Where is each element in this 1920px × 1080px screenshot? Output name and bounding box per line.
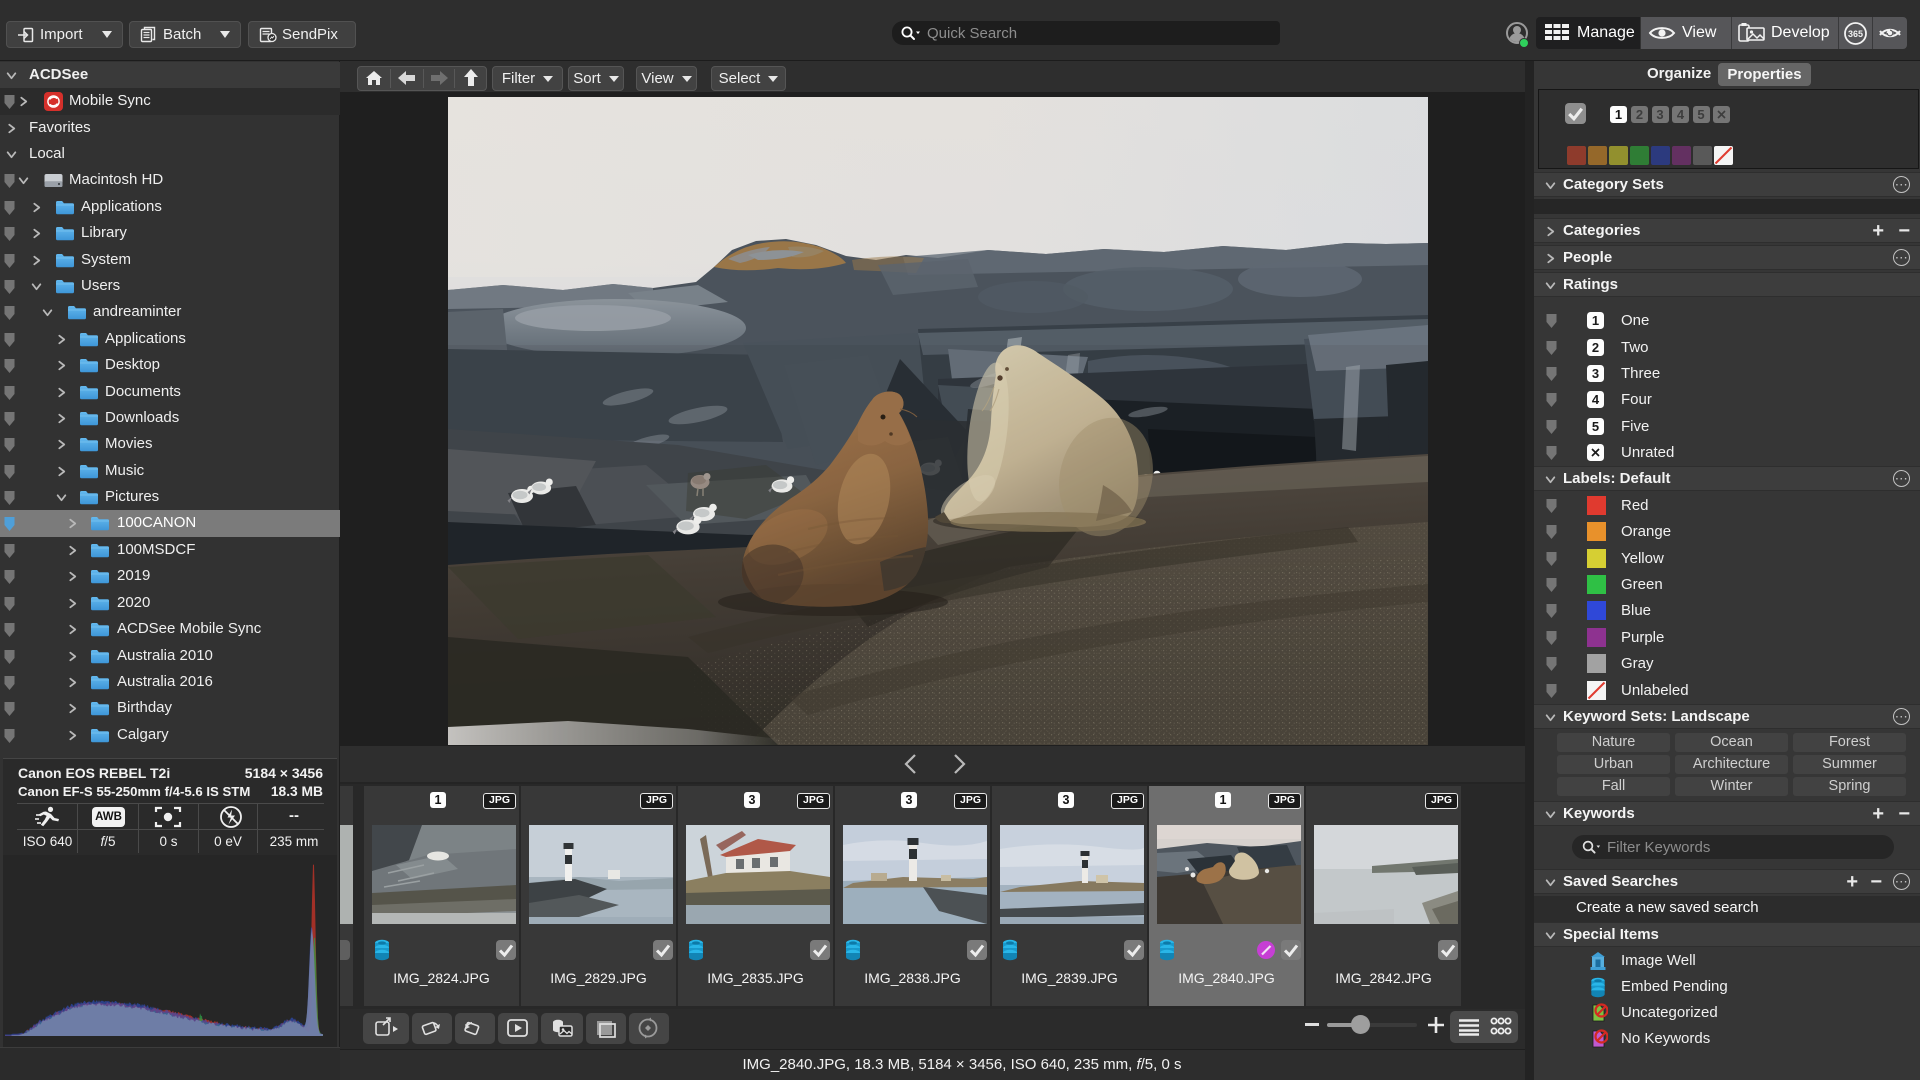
svg-text:365: 365 [1848,29,1863,39]
